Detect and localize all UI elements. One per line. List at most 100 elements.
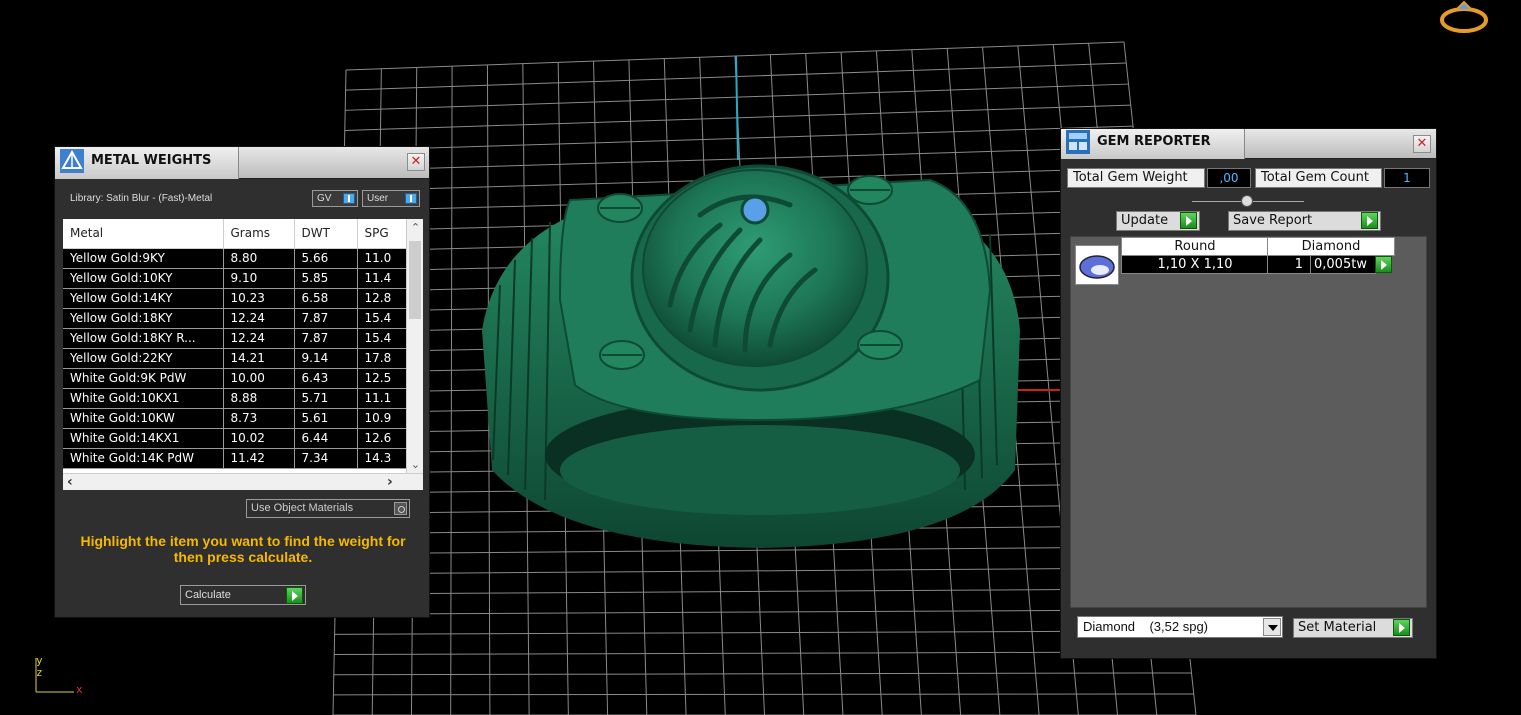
user-toggle-indicator <box>405 193 417 204</box>
calculate-label: Calculate <box>185 589 231 601</box>
radio-icon <box>394 502 407 515</box>
metal-weights-title: METAL WEIGHTS <box>91 152 212 168</box>
gem-reporter-tab[interactable]: GEM REPORTER <box>1061 129 1245 159</box>
metal-cell-grams: 12.24 <box>223 328 295 349</box>
table-row[interactable]: White Gold:10KW 8.73 5.61 10.9 <box>63 408 423 429</box>
table-row[interactable]: White Gold:14K PdW 11.42 7.34 14.3 <box>63 448 423 469</box>
metal-weights-app-icon <box>59 148 85 178</box>
metal-cell-dwt: 5.71 <box>294 388 358 409</box>
user-toggle[interactable]: User <box>362 190 420 207</box>
metal-cell-grams: 8.88 <box>223 388 295 409</box>
metal-cell-dwt: 6.44 <box>294 428 358 449</box>
gem-count: 1 <box>1267 255 1312 274</box>
metal-cell-name: Yellow Gold:18KY <box>63 308 224 329</box>
metal-cell-name: Yellow Gold:14KY <box>63 288 224 309</box>
gv-label: GV <box>317 193 332 204</box>
metal-cell-name: Yellow Gold:10KY <box>63 268 224 289</box>
scroll-up-icon[interactable]: ⌃ <box>407 219 423 236</box>
material-select-value: Diamond (3,52 spg) <box>1083 619 1209 634</box>
metal-cell-name: White Gold:10KX1 <box>63 388 224 409</box>
slider-knob[interactable] <box>1241 195 1253 207</box>
table-row[interactable]: Yellow Gold:14KY 10.23 6.58 12.8 <box>63 288 423 309</box>
save-report-button[interactable]: Save Report <box>1228 211 1381 231</box>
scroll-left-icon[interactable]: ‹ <box>67 474 73 490</box>
table-row[interactable]: White Gold:9K PdW 10.00 6.43 12.5 <box>63 368 423 389</box>
metal-cell-grams: 10.23 <box>223 288 295 309</box>
metal-cell-grams: 8.73 <box>223 408 295 429</box>
metal-cell-dwt: 9.14 <box>294 348 358 369</box>
table-row[interactable]: Yellow Gold:9KY 8.80 5.66 11.0 <box>63 248 423 269</box>
metal-cell-dwt: 5.61 <box>294 408 358 429</box>
scroll-down-icon[interactable]: ⌄ <box>407 456 423 473</box>
update-button[interactable]: Update <box>1116 211 1200 231</box>
gem-row-play-icon[interactable] <box>1375 256 1392 273</box>
table-row[interactable]: Yellow Gold:22KY 14.21 9.14 17.8 <box>63 348 423 369</box>
play-arrow-icon <box>1361 212 1378 229</box>
chevron-down-icon[interactable] <box>1263 618 1281 636</box>
col-grams[interactable]: Grams <box>223 219 295 249</box>
axis-z-label: z <box>36 666 43 679</box>
gem-reporter-close-button[interactable]: ✕ <box>1413 135 1431 153</box>
play-arrow-icon[interactable] <box>286 587 303 604</box>
set-material-button[interactable]: Set Material <box>1293 618 1413 638</box>
use-object-materials-toggle[interactable]: Use Object Materials <box>246 499 410 518</box>
gem-reporter-app-icon <box>1065 129 1091 159</box>
total-gem-count-label: Total Gem Count <box>1255 168 1382 188</box>
metal-table-vscrollbar[interactable]: ⌃ ⌄ <box>406 219 423 473</box>
gem-weight: 0,005tw <box>1310 255 1376 274</box>
round-gem-icon[interactable] <box>1075 245 1119 285</box>
metal-cell-grams: 10.02 <box>223 428 295 449</box>
metal-cell-grams: 11.42 <box>223 448 295 469</box>
gem-shape-header: Round <box>1121 237 1269 256</box>
metal-cell-grams: 14.21 <box>223 348 295 369</box>
col-metal[interactable]: Metal <box>63 219 224 249</box>
metal-weights-titlebar[interactable]: METAL WEIGHTS ✕ <box>55 147 429 179</box>
total-gem-weight-label: Total Gem Weight <box>1067 168 1205 188</box>
gem-list[interactable]: Round Diamond 1,10 X 1,10 1 0,005tw <box>1070 236 1427 608</box>
metal-cell-dwt: 7.34 <box>294 448 358 469</box>
metal-cell-grams: 9.10 <box>223 268 295 289</box>
save-report-label: Save Report <box>1233 213 1313 228</box>
ring-view-icon[interactable] <box>1436 0 1492 36</box>
metal-weights-close-button[interactable]: ✕ <box>407 153 425 171</box>
play-arrow-icon <box>1393 619 1410 636</box>
metal-cell-name: Yellow Gold:22KY <box>63 348 224 369</box>
metal-table-hscrollbar[interactable]: ‹ › <box>63 473 423 490</box>
metal-cell-dwt: 5.66 <box>294 248 358 269</box>
z-axis-line <box>735 55 739 161</box>
metal-weights-panel: METAL WEIGHTS ✕ Library: Satin Blur - (F… <box>54 146 430 618</box>
table-row[interactable]: Yellow Gold:18KY R... 12.24 7.87 15.4 <box>63 328 423 349</box>
gem-slider[interactable] <box>1192 195 1304 207</box>
gv-toggle[interactable]: GV <box>312 190 358 207</box>
vscroll-thumb[interactable] <box>409 241 421 319</box>
col-dwt[interactable]: DWT <box>294 219 358 249</box>
metal-table[interactable]: Metal Grams DWT SPG Yellow Gold:9KY 8.80 5… <box>63 219 423 490</box>
user-label: User <box>367 193 389 204</box>
metal-weights-tab[interactable]: METAL WEIGHTS <box>55 147 239 179</box>
metal-cell-dwt: 7.87 <box>294 308 358 329</box>
total-gem-count-value: 1 <box>1384 168 1430 188</box>
ring-model <box>482 164 1020 548</box>
metal-cell-dwt: 7.87 <box>294 328 358 349</box>
metal-cell-name: White Gold:14KX1 <box>63 428 224 449</box>
gv-toggle-indicator <box>343 193 355 204</box>
gem-reporter-titlebar[interactable]: GEM REPORTER ✕ <box>1061 129 1436 159</box>
material-select[interactable]: Diamond (3,52 spg) <box>1077 616 1283 638</box>
gem-reporter-panel: GEM REPORTER ✕ Total Gem Weight ,00 Tota… <box>1060 128 1437 659</box>
table-row[interactable]: White Gold:10KX1 8.88 5.71 11.1 <box>63 388 423 409</box>
metal-cell-dwt: 5.85 <box>294 268 358 289</box>
calculate-button[interactable]: Calculate <box>180 585 306 605</box>
table-row[interactable]: Yellow Gold:10KY 9.10 5.85 11.4 <box>63 268 423 289</box>
scroll-right-icon[interactable]: › <box>387 474 393 490</box>
metal-cell-name: White Gold:10KW <box>63 408 224 429</box>
table-row[interactable]: Yellow Gold:18KY 12.24 7.87 15.4 <box>63 308 423 329</box>
axis-gizmo: y z x <box>30 652 100 702</box>
table-row[interactable]: White Gold:14KX1 10.02 6.44 12.6 <box>63 428 423 449</box>
gem-material-header: Diamond <box>1267 237 1395 256</box>
metal-cell-dwt: 6.58 <box>294 288 358 309</box>
metal-cell-name: White Gold:14K PdW <box>63 448 224 469</box>
use-object-materials-label: Use Object Materials <box>251 502 354 514</box>
gem-size: 1,10 X 1,10 <box>1121 255 1269 274</box>
update-label: Update <box>1121 213 1169 228</box>
metal-cell-dwt: 6.43 <box>294 368 358 389</box>
